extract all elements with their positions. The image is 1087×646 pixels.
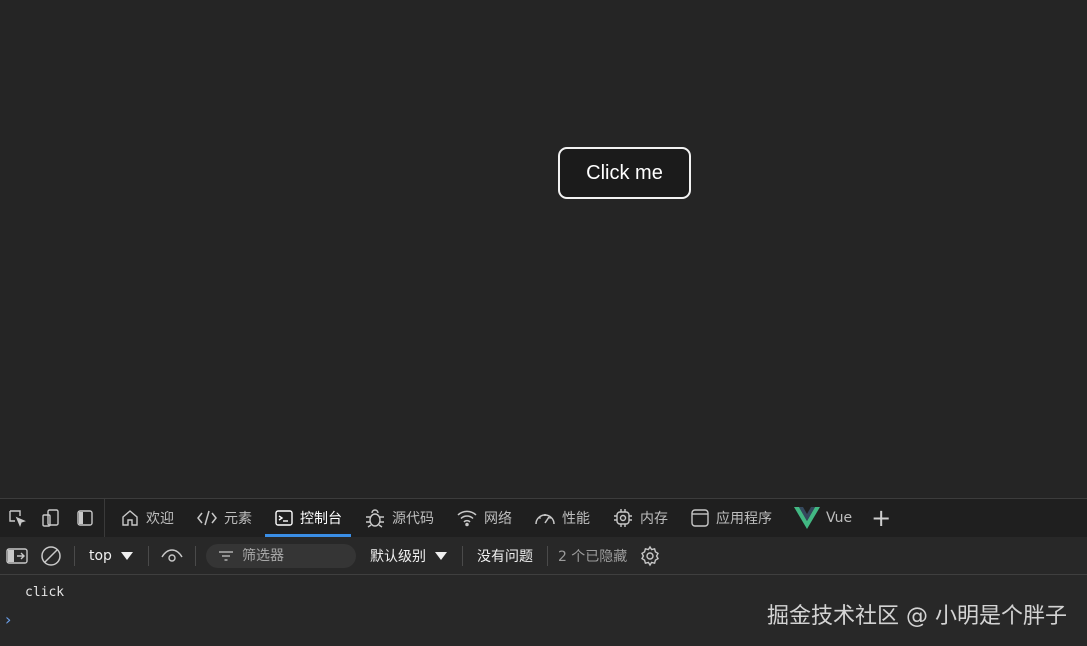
add-tab-icon[interactable]: + bbox=[863, 499, 899, 537]
device-emulation-icon[interactable] bbox=[34, 499, 68, 537]
show-sidebar-icon[interactable] bbox=[0, 537, 34, 575]
toolbar-divider bbox=[147, 545, 149, 566]
log-level-label: 默认级别 bbox=[369, 548, 426, 565]
wifi-icon bbox=[457, 510, 477, 527]
gauge-icon bbox=[535, 514, 555, 525]
context-selector[interactable]: top bbox=[81, 548, 142, 564]
console-settings-gear-icon[interactable] bbox=[633, 537, 667, 575]
issues-button[interactable]: 没有问题 bbox=[469, 546, 541, 566]
chip-icon bbox=[614, 509, 632, 527]
tab-elements-label: 元素 bbox=[224, 511, 252, 527]
dock-side-icon[interactable] bbox=[68, 499, 102, 537]
tab-vue[interactable]: Vue bbox=[783, 499, 863, 537]
tab-sources[interactable]: 源代码 bbox=[353, 499, 445, 537]
toolbar-divider bbox=[104, 499, 105, 537]
console-log-message: click bbox=[25, 585, 65, 600]
tab-console[interactable]: 控制台 bbox=[263, 499, 353, 537]
clear-console-icon[interactable] bbox=[34, 537, 68, 575]
watermark: 掘金技术社区 @ 小明是个胖子 bbox=[767, 604, 1067, 629]
click-me-button[interactable]: Click me bbox=[558, 147, 691, 199]
tab-memory[interactable]: 内存 bbox=[601, 499, 679, 537]
toolbar-divider bbox=[546, 545, 548, 566]
bug-icon bbox=[366, 509, 384, 528]
context-selector-label: top bbox=[89, 547, 112, 564]
tab-sources-label: 源代码 bbox=[392, 511, 434, 527]
tab-network[interactable]: 网络 bbox=[445, 499, 523, 537]
tab-application[interactable]: 应用程序 bbox=[679, 499, 783, 537]
tab-performance[interactable]: 性能 bbox=[523, 499, 601, 537]
tab-memory-label: 内存 bbox=[640, 511, 668, 527]
hidden-count-label: 2 个已隐藏 bbox=[557, 548, 628, 565]
log-level-dropdown[interactable]: 默认级别 bbox=[362, 546, 456, 566]
caret-down-icon bbox=[120, 551, 133, 560]
tab-vue-label: Vue bbox=[826, 510, 853, 526]
console-icon bbox=[275, 510, 293, 526]
filter-icon bbox=[218, 550, 233, 561]
devtools-tab-bar: 欢迎 元素 控制台 源代码 网络 性能 内存 应用程序 Vue + bbox=[0, 499, 1087, 537]
filter-input[interactable] bbox=[241, 547, 352, 564]
toolbar-divider bbox=[461, 545, 463, 566]
live-expression-eye-icon[interactable] bbox=[155, 537, 189, 575]
console-prompt-chevron-icon[interactable]: › bbox=[5, 610, 11, 629]
tab-network-label: 网络 bbox=[484, 511, 512, 527]
page-viewport: Click me bbox=[0, 0, 1087, 498]
code-icon bbox=[197, 510, 217, 526]
window-icon bbox=[691, 509, 709, 527]
tab-welcome[interactable]: 欢迎 bbox=[109, 499, 185, 537]
toolbar-divider bbox=[194, 545, 196, 566]
tab-application-label: 应用程序 bbox=[716, 511, 772, 527]
tab-performance-label: 性能 bbox=[562, 511, 590, 527]
toolbar-divider bbox=[74, 545, 75, 566]
tab-welcome-label: 欢迎 bbox=[146, 511, 174, 527]
caret-down-icon bbox=[434, 551, 447, 560]
console-output: click › 掘金技术社区 @ 小明是个胖子 bbox=[0, 576, 1087, 646]
devtools-panel: 欢迎 元素 控制台 源代码 网络 性能 内存 应用程序 Vue + top 筛选… bbox=[0, 498, 1087, 646]
console-toolbar: top 默认级别 没有问题 2 个已隐藏 bbox=[0, 537, 1087, 575]
tab-console-label: 控制台 bbox=[300, 511, 342, 527]
tab-elements[interactable]: 元素 bbox=[185, 499, 263, 537]
home-icon bbox=[122, 510, 138, 526]
vue-logo-icon bbox=[794, 507, 820, 529]
inspect-element-icon[interactable] bbox=[0, 499, 34, 537]
filter-box bbox=[205, 543, 356, 568]
